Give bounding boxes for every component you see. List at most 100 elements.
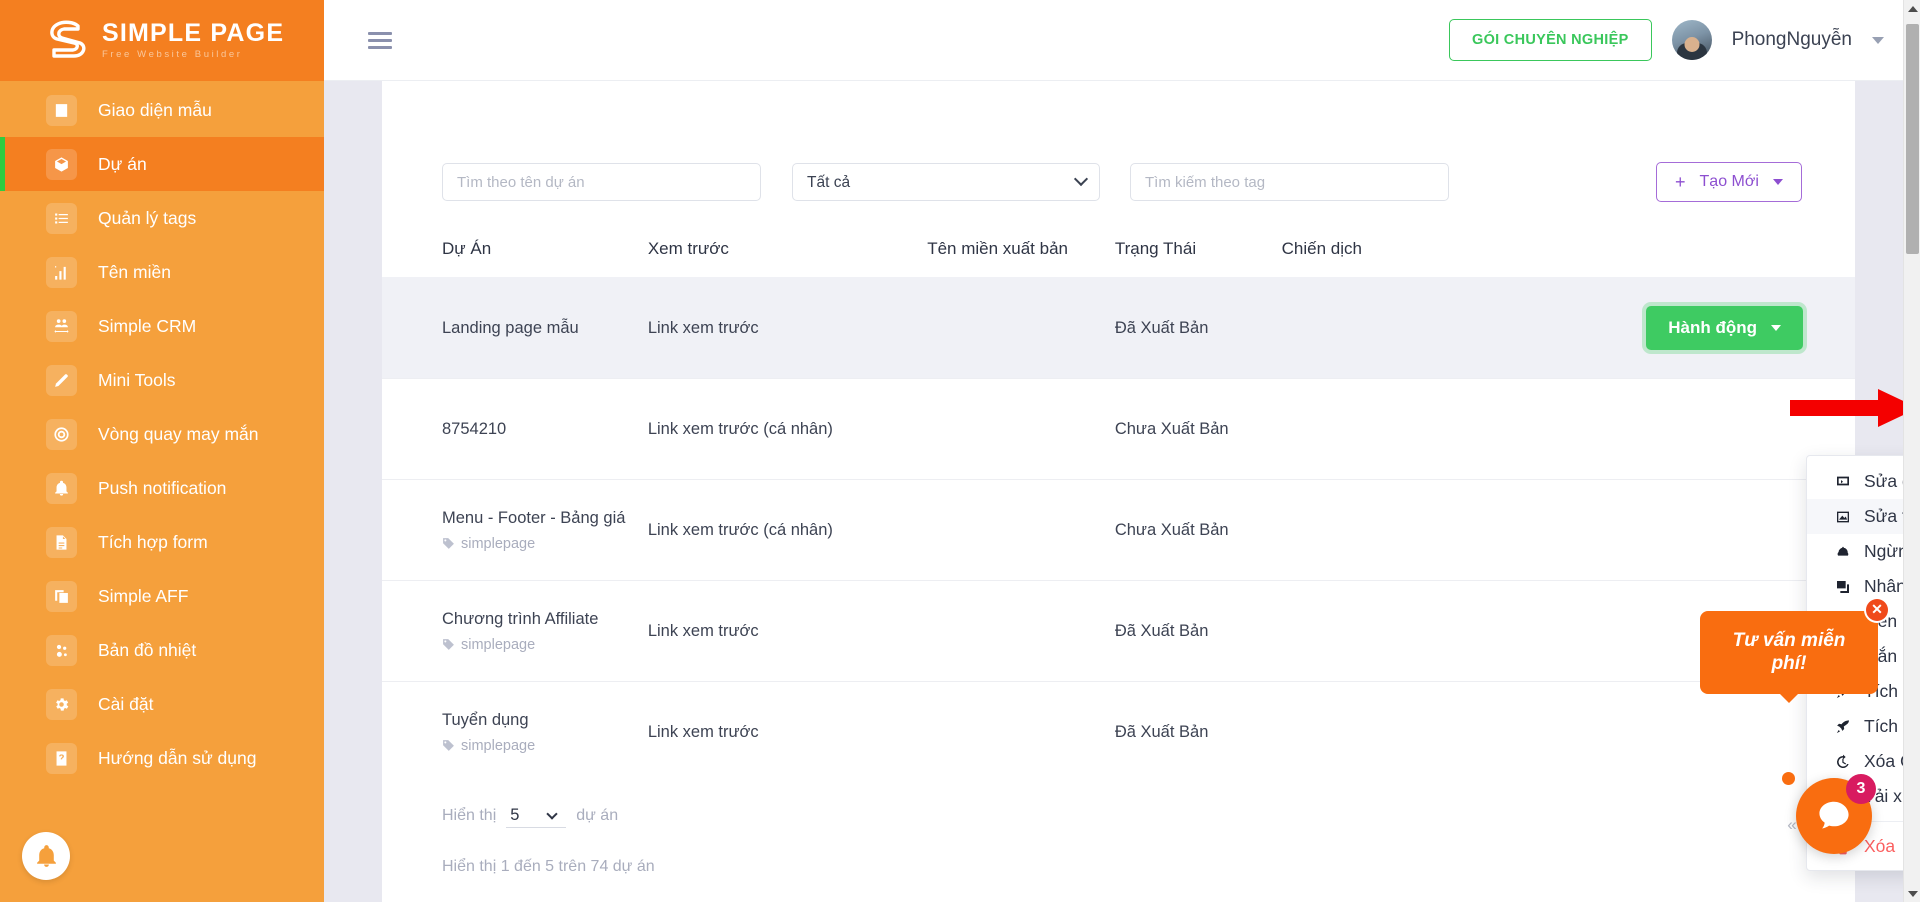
pro-package-button[interactable]: GÓI CHUYÊN NGHIỆP bbox=[1448, 19, 1652, 61]
sidebar-item-12[interactable]: Hướng dẫn sử dụng bbox=[0, 731, 324, 785]
edit-interface-icon bbox=[1833, 474, 1852, 490]
avatar[interactable] bbox=[1671, 20, 1712, 60]
cloud-upload-icon bbox=[1833, 544, 1852, 560]
close-icon[interactable]: ✕ bbox=[1866, 598, 1888, 621]
table-row[interactable]: Tuyển dụng simplepage Link xem trước Đã Xuấ… bbox=[382, 681, 1855, 782]
box-icon bbox=[55, 156, 68, 172]
cell-campaign bbox=[1281, 378, 1522, 480]
cell-project-name: 8754210 bbox=[382, 378, 648, 480]
cell-preview-link[interactable]: Link xem trước bbox=[647, 580, 928, 682]
cell-preview-link[interactable]: Link xem trước bbox=[647, 681, 928, 782]
page-scrollbar[interactable] bbox=[1903, 0, 1920, 902]
sidebar-item-11[interactable]: Cài đặt bbox=[0, 677, 324, 731]
scroll-down-arrow-icon[interactable] bbox=[1904, 885, 1920, 902]
cell-preview-link[interactable]: Link xem trước (cá nhân) bbox=[647, 378, 928, 480]
id-card-icon bbox=[55, 103, 68, 117]
sidebar-item-0[interactable]: Giao diện mẫu bbox=[0, 83, 324, 137]
table-column-header-5 bbox=[1521, 229, 1855, 278]
chat-promo-bubble[interactable]: Tư vấn miễn phí! ✕ bbox=[1700, 598, 1888, 694]
action-button-label: Hành động bbox=[1668, 318, 1757, 337]
notification-fab[interactable] bbox=[22, 832, 70, 880]
sidebar-item-10[interactable]: Bản đồ nhiệt bbox=[0, 623, 324, 677]
sidebar-item-2[interactable]: Quản lý tags bbox=[0, 191, 324, 245]
chevron-down-icon[interactable] bbox=[1872, 36, 1884, 44]
sidebar-item-label: Cài đặt bbox=[98, 693, 154, 714]
cell-campaign bbox=[1281, 277, 1522, 379]
show-prefix-label: Hiển thị bbox=[442, 807, 497, 824]
projects-table: Dự Án Xem trước Tên miền xuất bản Trạng Thá… bbox=[382, 229, 1855, 782]
cell-status: Chưa Xuất Bản bbox=[1114, 378, 1282, 480]
sidebar-item-label: Mini Tools bbox=[98, 369, 176, 390]
results-summary: Hiển thị 1 đến 5 trên 74 dự án bbox=[442, 858, 655, 875]
chevron-down-icon bbox=[1771, 325, 1781, 331]
chat-promo-text: Tư vấn miễn phí! bbox=[1732, 629, 1846, 675]
hamburger-icon[interactable] bbox=[368, 28, 392, 53]
copy-icon bbox=[55, 589, 68, 603]
cell-status: Đã Xuất Bản bbox=[1114, 277, 1282, 379]
sidebar-item-9[interactable]: Simple AFF bbox=[0, 569, 324, 623]
sidebar-item-label: Bản đồ nhiệt bbox=[98, 639, 197, 660]
cell-project-name: Menu - Footer - Bảng giá simplepage bbox=[382, 479, 648, 581]
duplicate-icon bbox=[1833, 579, 1852, 595]
search-tag-input[interactable] bbox=[1130, 163, 1449, 201]
cell-campaign bbox=[1281, 681, 1522, 782]
sidebar-item-1[interactable]: Dự án bbox=[0, 137, 324, 191]
cell-campaign bbox=[1281, 479, 1522, 581]
bell-icon bbox=[55, 480, 68, 496]
chat-fab-button[interactable]: 3 bbox=[1782, 772, 1876, 854]
action-button[interactable]: Hành động bbox=[1646, 306, 1803, 350]
table-column-header-2: Tên miền xuất bản bbox=[927, 239, 1068, 258]
form-icon bbox=[46, 526, 77, 558]
sidebar-item-3[interactable]: Tên miền bbox=[0, 245, 324, 299]
filter-bar: Tất cả + Tạo Mới bbox=[382, 81, 1855, 202]
sidebar-item-8[interactable]: Tích hợp form bbox=[0, 515, 324, 569]
brand-title: SIMPLE PAGE bbox=[102, 19, 285, 48]
sidebar-item-label: Dự án bbox=[98, 153, 147, 174]
scroll-up-arrow-icon[interactable] bbox=[1904, 0, 1920, 17]
sidebar-item-label: Tên miền bbox=[98, 261, 171, 282]
table-footer: Hiển thị 5102550 dự án Hiển thị 1 đến 5 … bbox=[382, 782, 1855, 876]
duplicate-icon bbox=[1836, 580, 1849, 593]
table-column-header-1: Xem trước bbox=[647, 239, 729, 258]
cell-preview-link[interactable]: Link xem trước (cá nhân) bbox=[647, 479, 928, 581]
row-tag-label: simplepage bbox=[461, 737, 536, 754]
users-icon bbox=[46, 310, 77, 342]
action-menu-item-label: Xóa bbox=[1864, 836, 1896, 856]
sidebar-item-6[interactable]: Vòng quay may mắn bbox=[0, 407, 324, 461]
topbar: GÓI CHUYÊN NGHIỆP PhongNguyễn bbox=[324, 0, 1920, 81]
project-name-label: Menu - Footer - Bảng giá bbox=[442, 508, 626, 527]
table-row[interactable]: Landing page mẫu Link xem trước Đã Xuất Bả… bbox=[382, 277, 1855, 379]
sidebar-item-label: Simple AFF bbox=[98, 585, 189, 606]
sidebar-item-label: Quản lý tags bbox=[98, 207, 197, 228]
question-icon bbox=[56, 750, 67, 766]
cell-project-name: Landing page mẫu bbox=[382, 277, 648, 379]
sidebar-item-label: Giao diện mẫu bbox=[98, 99, 212, 120]
projects-card: Tất cả + Tạo Mới bbox=[382, 81, 1855, 902]
sidebar-item-4[interactable]: Simple CRM bbox=[0, 299, 324, 353]
clock-refresh-icon bbox=[1836, 754, 1849, 768]
page-size-select[interactable]: 5102550 bbox=[506, 804, 567, 828]
gear-icon bbox=[56, 697, 69, 711]
chat-icon bbox=[1819, 801, 1849, 829]
status-filter-select[interactable]: Tất cả bbox=[792, 163, 1100, 201]
sidebar-item-5[interactable]: Mini Tools bbox=[0, 353, 324, 407]
box-icon bbox=[46, 148, 77, 180]
cell-preview-link[interactable]: Link xem trước bbox=[647, 277, 928, 379]
cloud-upload-icon bbox=[1837, 546, 1848, 556]
search-project-name-input[interactable] bbox=[442, 163, 761, 201]
row-tag: simplepage bbox=[442, 637, 648, 653]
cell-status: Đã Xuất Bản bbox=[1114, 681, 1282, 782]
heatmap-icon bbox=[56, 644, 67, 657]
create-new-button[interactable]: + Tạo Mới bbox=[1656, 162, 1802, 202]
table-row[interactable]: 8754210 Link xem trước (cá nhân) Chưa Xuất… bbox=[382, 378, 1855, 480]
table-row[interactable]: Chương trình Affiliate simplepage Link xem… bbox=[382, 580, 1855, 682]
tag-icon bbox=[443, 538, 454, 549]
cell-actions: Hành động bbox=[1521, 277, 1855, 379]
table-row[interactable]: Menu - Footer - Bảng giá simplepage Link x… bbox=[382, 479, 1855, 581]
sidebar-item-7[interactable]: Push notification bbox=[0, 461, 324, 515]
brand-logo-block[interactable]: SIMPLE PAGE Free Website Builder bbox=[0, 0, 324, 81]
simple-page-logo-icon bbox=[44, 19, 90, 63]
cell-actions: Hành động bbox=[1521, 681, 1855, 782]
scrollbar-thumb[interactable] bbox=[1906, 24, 1919, 254]
topbar-right: GÓI CHUYÊN NGHIỆP PhongNguyễn bbox=[1448, 19, 1920, 61]
